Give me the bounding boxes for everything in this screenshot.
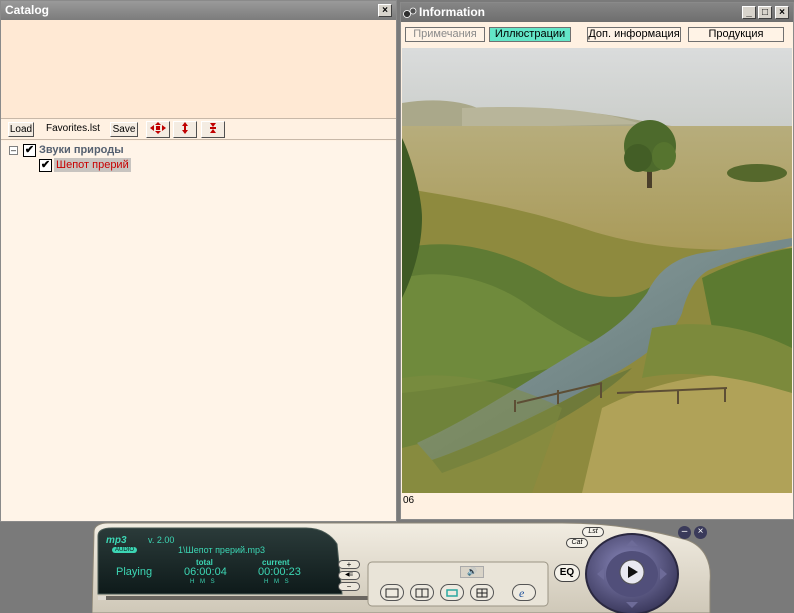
- player-minimize-button[interactable]: –: [678, 526, 691, 539]
- prairie-landscape-image: [402, 48, 792, 493]
- info-tabs: Примечания Иллюстрации Доп. информация П…: [401, 22, 793, 46]
- prairie-illustration: [402, 48, 792, 493]
- save-button[interactable]: Save: [110, 122, 138, 137]
- total-time: 06:00:04: [184, 566, 227, 578]
- track-name: 1\Шепот прерий.mp3: [178, 545, 266, 555]
- mp3-player: mp3 AUDIO v. 2.00 1\Шепот прерий.mp3 Pla…: [92, 522, 714, 613]
- balance-button[interactable]: ◀≡: [338, 571, 360, 580]
- catalog-window: Catalog × Load Favorites.lst Save – ✔ Зв…: [0, 0, 397, 522]
- catalog-button[interactable]: Cat: [566, 538, 588, 548]
- equalizer-button[interactable]: EQ: [554, 564, 580, 582]
- tab-illustrations[interactable]: Иллюстрации: [489, 27, 571, 42]
- information-window: Information _ □ × Примечания Иллюстрации…: [400, 2, 794, 520]
- next-button[interactable]: [658, 564, 672, 584]
- speaker-icon[interactable]: 🔊: [460, 566, 484, 578]
- collapse-icon[interactable]: –: [9, 146, 18, 155]
- eject-button[interactable]: [380, 584, 404, 601]
- tab-products[interactable]: Продукция: [688, 27, 784, 42]
- audio-badge: AUDIO: [112, 547, 138, 553]
- catalog-toolbar: Load Favorites.lst Save: [1, 118, 396, 140]
- root-checkbox[interactable]: ✔: [23, 144, 36, 157]
- tree-root-label: Звуки природы: [39, 144, 124, 156]
- current-hms-label: H M S: [264, 579, 291, 585]
- version-label: v. 2.00: [148, 535, 175, 545]
- volume-down-button[interactable]: −: [338, 582, 360, 591]
- repeat-icon: [446, 589, 458, 597]
- catalog-close-button[interactable]: ×: [378, 4, 392, 17]
- total-hms-label: H M S: [190, 579, 217, 585]
- app-window-icon: [403, 7, 417, 18]
- list-button[interactable]: Lst: [582, 527, 604, 537]
- catalog-title: Catalog: [5, 3, 50, 17]
- repeat-button[interactable]: [440, 584, 464, 601]
- stop-button[interactable]: [620, 598, 644, 612]
- grid-button[interactable]: [470, 584, 494, 601]
- minimize-button[interactable]: _: [742, 6, 756, 19]
- web-button[interactable]: e: [512, 584, 536, 601]
- information-titlebar[interactable]: Information _ □ ×: [401, 3, 793, 22]
- tree-item-root[interactable]: – ✔ Звуки природы: [7, 143, 207, 157]
- current-time: 00:00:23: [258, 566, 301, 578]
- catalog-titlebar[interactable]: Catalog ×: [1, 1, 396, 20]
- playlist-file-label: Favorites.lst: [46, 123, 100, 134]
- play-button[interactable]: [620, 560, 644, 584]
- volume-up-button[interactable]: +: [338, 560, 360, 569]
- track-checkbox[interactable]: ✔: [39, 159, 52, 172]
- catalog-description-area: [1, 20, 396, 118]
- window-icon: [385, 588, 399, 598]
- previous-button[interactable]: [592, 564, 606, 584]
- tab-extra-info[interactable]: Доп. информация: [587, 27, 681, 42]
- svg-text:e: e: [519, 586, 525, 599]
- panel-icon: [415, 588, 429, 598]
- tree-track-label: Шепот прерий: [54, 158, 131, 172]
- illustration-caption: 06: [403, 495, 415, 506]
- seek-bar[interactable]: [98, 595, 368, 601]
- player-close-button[interactable]: ×: [694, 526, 707, 539]
- catalog-tree: – ✔ Звуки природы ✔ Шепот прерий: [1, 141, 396, 521]
- move-collapse-button[interactable]: [201, 121, 225, 138]
- up-down-arrow-icon: [182, 122, 188, 134]
- tab-notes[interactable]: Примечания: [405, 27, 485, 42]
- grid-icon: [476, 588, 488, 598]
- pause-button[interactable]: [620, 536, 644, 550]
- collapse-arrow-icon: [210, 123, 216, 133]
- maximize-button[interactable]: □: [758, 6, 772, 19]
- load-button[interactable]: Load: [8, 122, 34, 137]
- info-close-button[interactable]: ×: [775, 6, 789, 19]
- move-up-down-button[interactable]: [173, 121, 197, 138]
- play-status: Playing: [116, 566, 153, 578]
- move-arrows-icon: [150, 122, 166, 134]
- info-toggle-button[interactable]: [410, 584, 434, 601]
- move-all-directions-button[interactable]: [146, 121, 170, 138]
- information-title: Information: [419, 5, 485, 19]
- internet-explorer-icon: e: [519, 586, 525, 600]
- mp3-logo: mp3: [106, 535, 127, 546]
- tree-item-track[interactable]: ✔ Шепот прерий: [39, 158, 239, 172]
